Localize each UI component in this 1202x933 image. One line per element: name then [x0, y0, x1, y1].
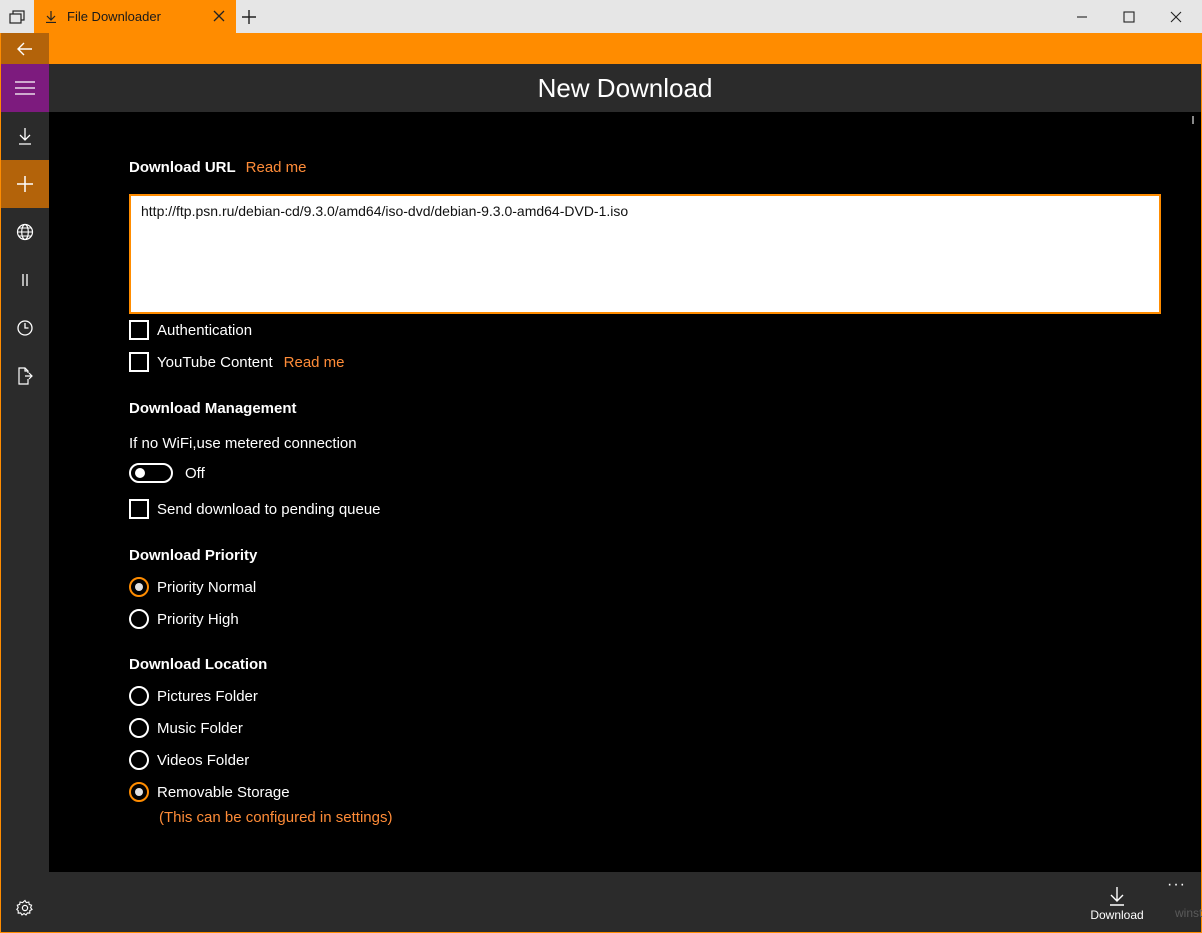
youtube-label: YouTube Content [157, 353, 273, 371]
back-button[interactable] [1, 33, 49, 64]
hamburger-icon [15, 81, 35, 95]
location-heading: Download Location [129, 656, 268, 673]
priority-high-option[interactable]: Priority High [129, 609, 239, 629]
url-value: http://ftp.psn.ru/debian-cd/9.3.0/amd64/… [141, 203, 629, 219]
pending-label: Send download to pending queue [157, 500, 381, 518]
nav-history[interactable] [1, 304, 49, 352]
minimize-button[interactable] [1059, 0, 1105, 33]
priority-high-label: Priority High [157, 610, 239, 628]
tab-file-downloader[interactable]: File Downloader [34, 0, 236, 33]
maximize-icon [1123, 10, 1135, 23]
hamburger-button[interactable] [1, 64, 49, 112]
priority-high-radio[interactable] [129, 609, 149, 629]
settings-icon [16, 899, 33, 916]
close-button[interactable] [1153, 0, 1199, 33]
location-removable-radio[interactable] [129, 782, 149, 802]
location-note: (This can be configured in settings) [159, 809, 393, 826]
nav-paused[interactable] [1, 256, 49, 304]
history-icon [17, 320, 33, 336]
maximize-button[interactable] [1106, 0, 1152, 33]
plus-icon[interactable] [240, 8, 258, 26]
watermark: winstart.ru [1175, 906, 1202, 920]
download-button-label: Download [1090, 908, 1144, 922]
download-icon [1110, 887, 1124, 906]
pause-icon [22, 274, 28, 286]
url-input[interactable]: http://ftp.psn.ru/debian-cd/9.3.0/amd64/… [129, 194, 1161, 314]
priority-normal-radio[interactable] [129, 577, 149, 597]
location-pictures-label: Pictures Folder [157, 687, 258, 705]
youtube-readme-link[interactable]: Read me [284, 354, 345, 371]
location-music-option[interactable]: Music Folder [129, 718, 243, 738]
url-readme-link[interactable]: Read me [246, 159, 307, 176]
location-videos-option[interactable]: Videos Folder [129, 750, 249, 770]
url-label: Download URL [129, 159, 236, 176]
metered-toggle[interactable] [129, 463, 173, 483]
nav-pane [1, 33, 49, 932]
page-header: New Download [49, 64, 1201, 112]
location-music-radio[interactable] [129, 718, 149, 738]
nav-browser[interactable] [1, 208, 49, 256]
location-videos-label: Videos Folder [157, 751, 250, 769]
location-removable-option[interactable]: Removable Storage [129, 782, 290, 802]
nav-downloads[interactable] [1, 112, 49, 160]
add-icon [17, 176, 33, 192]
file-export-icon [18, 367, 33, 385]
youtube-option[interactable]: YouTube Content Read me [129, 352, 345, 372]
location-removable-label: Removable Storage [157, 783, 290, 801]
back-arrow-icon [17, 42, 32, 55]
close-icon [1170, 11, 1182, 22]
download-icon [19, 128, 31, 145]
metered-state: Off [185, 464, 205, 482]
youtube-checkbox[interactable] [129, 352, 149, 372]
metered-label: If no WiFi,use metered connection [129, 435, 357, 452]
nav-new-download[interactable] [1, 160, 49, 208]
management-heading: Download Management [129, 400, 297, 417]
globe-icon [16, 223, 34, 241]
priority-normal-option[interactable]: Priority Normal [129, 577, 256, 597]
pending-checkbox[interactable] [129, 499, 149, 519]
authentication-checkbox[interactable] [129, 320, 149, 340]
location-pictures-option[interactable]: Pictures Folder [129, 686, 258, 706]
command-bar: Download ··· winstart.ru [49, 872, 1202, 932]
nav-files[interactable] [1, 352, 49, 400]
new-download-form: Download URL Read me http://ftp.psn.ru/d… [49, 112, 1201, 872]
download-button[interactable]: Download [1089, 886, 1145, 926]
tab-title: File Downloader [67, 9, 161, 24]
authentication-label: Authentication [157, 321, 253, 339]
title-bar: File Downloader [0, 0, 1202, 33]
nav-settings[interactable] [1, 884, 49, 932]
more-options-button[interactable]: ··· [1167, 876, 1186, 894]
location-videos-radio[interactable] [129, 750, 149, 770]
location-music-label: Music Folder [157, 719, 243, 737]
page-title: New Download [537, 72, 713, 103]
priority-normal-label: Priority Normal [157, 578, 257, 596]
download-icon [46, 10, 56, 23]
task-view-icon[interactable] [0, 0, 34, 33]
priority-heading: Download Priority [129, 547, 258, 564]
tab-close-icon[interactable] [212, 9, 226, 23]
minimize-icon [1077, 15, 1087, 18]
location-pictures-radio[interactable] [129, 686, 149, 706]
metered-toggle-row[interactable]: Off [129, 463, 205, 483]
app-bar [0, 33, 1202, 64]
authentication-option[interactable]: Authentication [129, 320, 252, 340]
pending-option[interactable]: Send download to pending queue [129, 499, 381, 519]
